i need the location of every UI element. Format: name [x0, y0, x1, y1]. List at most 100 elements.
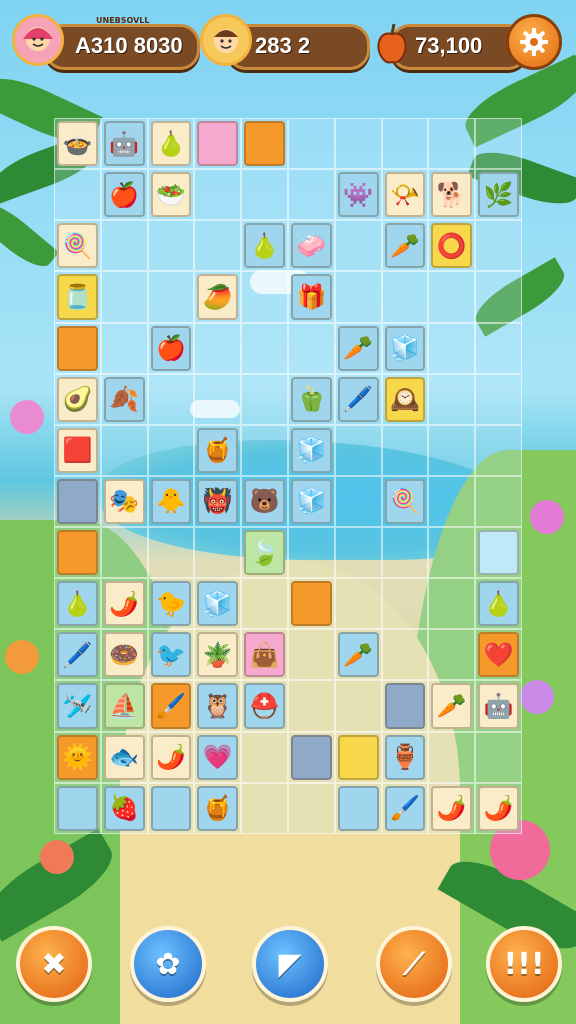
- board-cell: 🥑: [54, 373, 101, 425]
- tile-horn[interactable]: 📯: [384, 172, 426, 218]
- tile-plane[interactable]: 🛩️: [57, 683, 98, 729]
- tile-pepper[interactable]: 🌶️: [150, 734, 192, 780]
- tile-owl[interactable]: 🦉: [197, 683, 239, 729]
- tile-blank[interactable]: [57, 325, 98, 371]
- board-cell: [54, 475, 101, 527]
- opponent-avatar[interactable]: [200, 14, 252, 66]
- player-avatar[interactable]: [12, 14, 64, 66]
- tile-bird[interactable]: 🐟: [103, 734, 145, 780]
- tile-blank[interactable]: [244, 121, 285, 167]
- flower-button[interactable]: ✿: [130, 926, 206, 1002]
- pepper-icon: 🌶️: [436, 794, 467, 823]
- tile-donut[interactable]: 🍩: [103, 632, 145, 678]
- tile-creature[interactable]: 🐻: [244, 478, 285, 524]
- tile-cube-red[interactable]: 🟥: [57, 427, 98, 473]
- board-cell: 🌶️: [428, 782, 476, 834]
- tile-blank[interactable]: [57, 785, 98, 831]
- tile-box[interactable]: 🎁: [290, 274, 332, 320]
- player-score: A310 8030: [75, 33, 183, 58]
- tile-lollipop[interactable]: 🍭: [57, 223, 98, 269]
- tile-pot[interactable]: 🍲: [57, 121, 98, 167]
- tile-helmet[interactable]: ⛑️: [244, 683, 285, 729]
- tile-pomegranate[interactable]: 🍎: [103, 172, 145, 218]
- tile-pepper[interactable]: 🫑: [290, 376, 332, 422]
- tile-leaf[interactable]: 🍂: [103, 376, 145, 422]
- jar-icon: 🏺: [390, 743, 420, 772]
- tile-mask[interactable]: 🎭: [103, 478, 145, 524]
- tile-bird[interactable]: 🐥: [150, 478, 192, 524]
- shuffle-button[interactable]: ✖: [16, 926, 92, 1002]
- board-cell: ❤️: [475, 629, 522, 681]
- settings-button[interactable]: [506, 14, 562, 70]
- tile-leaf[interactable]: 🌿: [478, 172, 519, 218]
- tile-gourd[interactable]: 🍐: [244, 223, 285, 269]
- tile-robot[interactable]: 🤖: [478, 683, 519, 729]
- tile-animal[interactable]: 🐕: [431, 172, 473, 218]
- board-cell: 🍐: [147, 118, 195, 170]
- tile-monster[interactable]: 👾: [337, 172, 379, 218]
- tile-chick[interactable]: 🐤: [150, 581, 192, 627]
- tile-pear[interactable]: 🍐: [57, 581, 98, 627]
- tile-clock[interactable]: 🕰️: [384, 376, 426, 422]
- tile-carrot[interactable]: 🥕: [337, 325, 379, 371]
- tile-sun[interactable]: 🌞: [57, 734, 98, 780]
- tile-cube[interactable]: 🧊: [197, 581, 239, 627]
- hint-button[interactable]: ◤: [252, 926, 328, 1002]
- tile-mango[interactable]: 🥭: [197, 274, 239, 320]
- tile-avocado[interactable]: 🥑: [57, 376, 98, 422]
- tile-pomegranate[interactable]: 🍓: [103, 785, 145, 831]
- board-cell: 🌶️: [147, 731, 195, 783]
- tile-blank[interactable]: [57, 478, 98, 524]
- tile-bag[interactable]: 👜: [244, 632, 285, 678]
- tile-boat[interactable]: ⛵: [103, 683, 145, 729]
- donut-icon: 🍩: [109, 640, 140, 669]
- tile-apple[interactable]: 🍎: [150, 325, 192, 371]
- tile-pen[interactable]: 🖊️: [57, 632, 98, 678]
- bonus-button[interactable]: !!!: [486, 926, 562, 1002]
- tile-blank[interactable]: [384, 683, 426, 729]
- tile-pepper[interactable]: 🌶️: [103, 581, 145, 627]
- magic-button[interactable]: ⟋: [376, 926, 452, 1002]
- tile-monster[interactable]: 👹: [197, 478, 239, 524]
- tile-bowl[interactable]: 🥗: [150, 172, 192, 218]
- tile-blank[interactable]: [150, 785, 192, 831]
- tile-eraser[interactable]: 🧼: [290, 223, 332, 269]
- board-cell: [381, 527, 429, 579]
- tile-robot[interactable]: 🤖: [103, 121, 145, 167]
- board-cell: 🥕: [334, 322, 382, 374]
- tile-honey[interactable]: 🍯: [197, 427, 239, 473]
- tile-pepper[interactable]: 🌶️: [478, 785, 519, 831]
- tile-carrot[interactable]: 🥕: [384, 223, 426, 269]
- tile-pear[interactable]: 🍐: [150, 121, 192, 167]
- tile-cube[interactable]: 🧊: [290, 427, 332, 473]
- tile-pear[interactable]: 🍐: [478, 581, 519, 627]
- tile-cube[interactable]: 🧊: [290, 478, 332, 524]
- tile-ring[interactable]: ⭕: [431, 223, 473, 269]
- pepper-icon: 🫑: [296, 385, 327, 414]
- tile-blank[interactable]: [290, 581, 332, 627]
- tile-carrot[interactable]: 🥕: [431, 683, 473, 729]
- tile-leaf[interactable]: 🍃: [244, 530, 285, 576]
- tile-pen[interactable]: 🖊️: [337, 376, 379, 422]
- tile-plant[interactable]: 🪴: [197, 632, 239, 678]
- tile-carrot[interactable]: 🥕: [337, 632, 379, 678]
- tile-blank[interactable]: [337, 785, 379, 831]
- tile-blank[interactable]: [57, 530, 98, 576]
- tile-brush[interactable]: 🖌️: [384, 785, 426, 831]
- tile-blank[interactable]: [337, 734, 379, 780]
- tile-jar[interactable]: 🏺: [384, 734, 426, 780]
- tile-blank[interactable]: [197, 121, 239, 167]
- tile-bird[interactable]: 🐦: [150, 632, 192, 678]
- tile-jar[interactable]: 🫙: [57, 274, 98, 320]
- board-cell: [334, 475, 382, 527]
- tile-lollipop[interactable]: 🍭: [384, 478, 426, 524]
- tile-blank[interactable]: [478, 530, 519, 576]
- board-cell: 🍐: [54, 578, 101, 630]
- tile-honey[interactable]: 🍯: [197, 785, 239, 831]
- tile-heart[interactable]: ❤️: [478, 632, 519, 678]
- tile-cube[interactable]: 🧊: [384, 325, 426, 371]
- tile-pepper[interactable]: 🌶️: [431, 785, 473, 831]
- tile-blank[interactable]: [290, 734, 332, 780]
- tile-brush[interactable]: 🖌️: [150, 683, 192, 729]
- tile-heart[interactable]: 💗: [197, 734, 239, 780]
